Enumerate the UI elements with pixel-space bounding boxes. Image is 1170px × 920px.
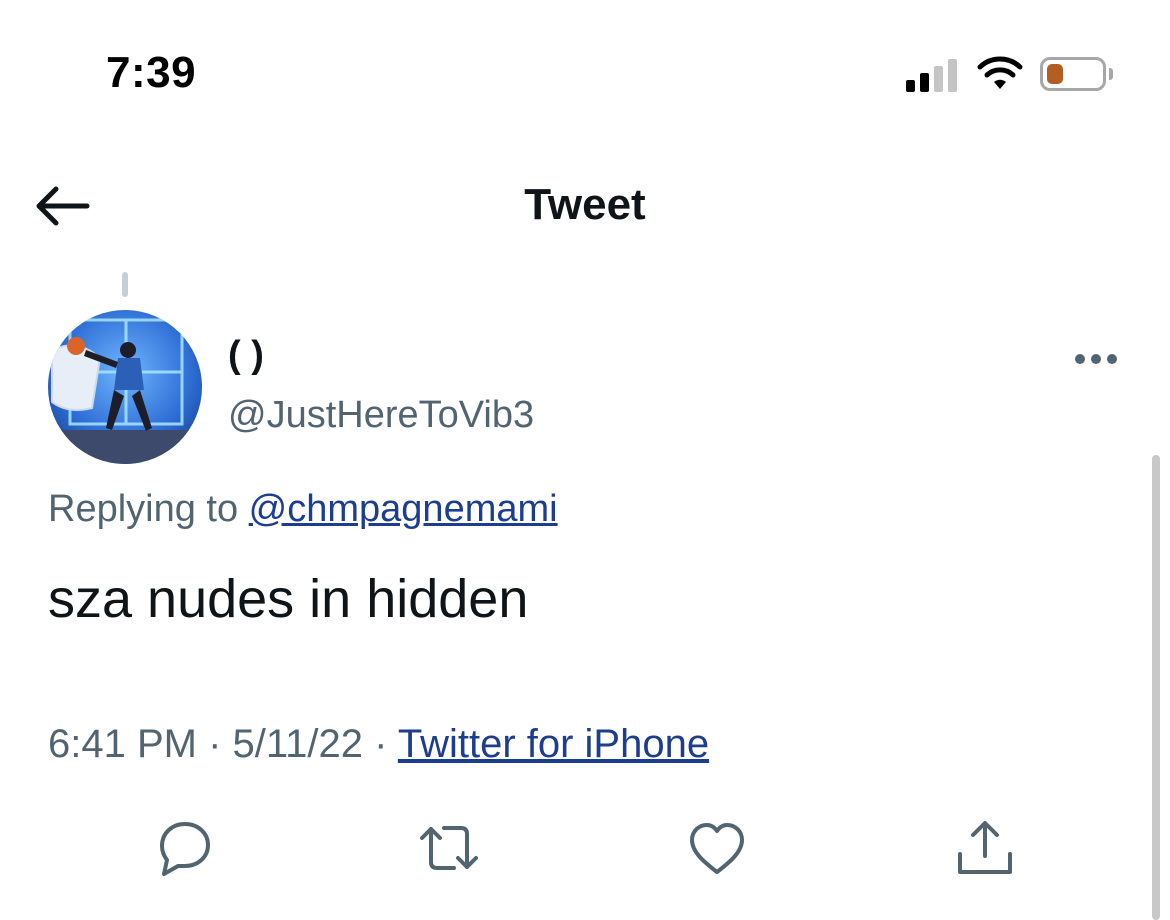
display-name[interactable]: ( ) <box>228 334 264 377</box>
battery-level <box>1047 64 1063 84</box>
user-handle[interactable]: @JustHereToVib3 <box>228 394 534 437</box>
replying-to: Replying to @chmpagnemami <box>48 488 558 531</box>
replying-prefix: Replying to <box>48 488 249 530</box>
like-icon[interactable] <box>686 818 748 878</box>
avatar-image <box>48 310 202 464</box>
retweet-icon[interactable] <box>418 818 480 878</box>
tweet-meta: 6:41 PM · 5/11/22 · Twitter for iPhone <box>48 722 709 767</box>
tweet-time: 6:41 PM <box>48 722 197 766</box>
page-title: Tweet <box>524 180 646 229</box>
status-time: 7:39 <box>106 48 197 97</box>
meta-separator: · <box>196 722 233 766</box>
wifi-icon <box>977 56 1023 89</box>
meta-separator: · <box>363 722 398 766</box>
share-icon[interactable] <box>954 818 1016 878</box>
replying-to-link[interactable]: @chmpagnemami <box>249 488 558 530</box>
tweet-source-link[interactable]: Twitter for iPhone <box>398 722 709 766</box>
battery-icon <box>1040 57 1106 91</box>
tweet-text: sza nudes in hidden <box>48 569 529 629</box>
tweet-date: 5/11/22 <box>232 722 364 766</box>
avatar[interactable] <box>48 310 202 464</box>
more-options-icon[interactable] <box>1074 352 1118 366</box>
thread-connector <box>122 272 128 297</box>
cellular-signal-icon <box>906 58 960 92</box>
scrollbar[interactable] <box>1152 455 1160 920</box>
reply-icon[interactable] <box>152 818 214 878</box>
battery-cap <box>1109 68 1113 80</box>
